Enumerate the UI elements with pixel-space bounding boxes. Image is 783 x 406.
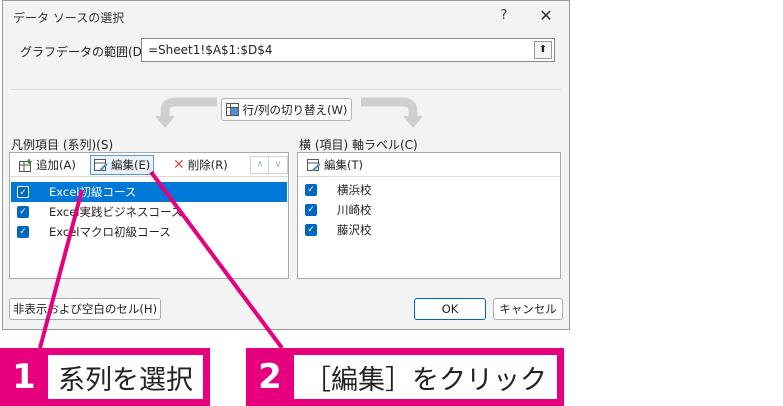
annotation-2: 2 ［編集］をクリック: [246, 348, 564, 406]
leader-line-1: [38, 189, 84, 349]
leader-line-2: [149, 170, 284, 350]
annotation-1: 1 系列を選択: [0, 348, 210, 406]
page: データ ソースの選択 ? ✕ グラフデータの範囲(D): =Sheet1!$A$…: [0, 0, 783, 406]
annotation-2-number: 2: [258, 357, 282, 397]
annotation-leader-lines: [38, 170, 284, 350]
annotation-1-text: 系列を選択: [48, 355, 203, 399]
annotation-1-number: 1: [12, 357, 36, 397]
annotation-2-text: ［編集］をクリック: [294, 355, 557, 399]
